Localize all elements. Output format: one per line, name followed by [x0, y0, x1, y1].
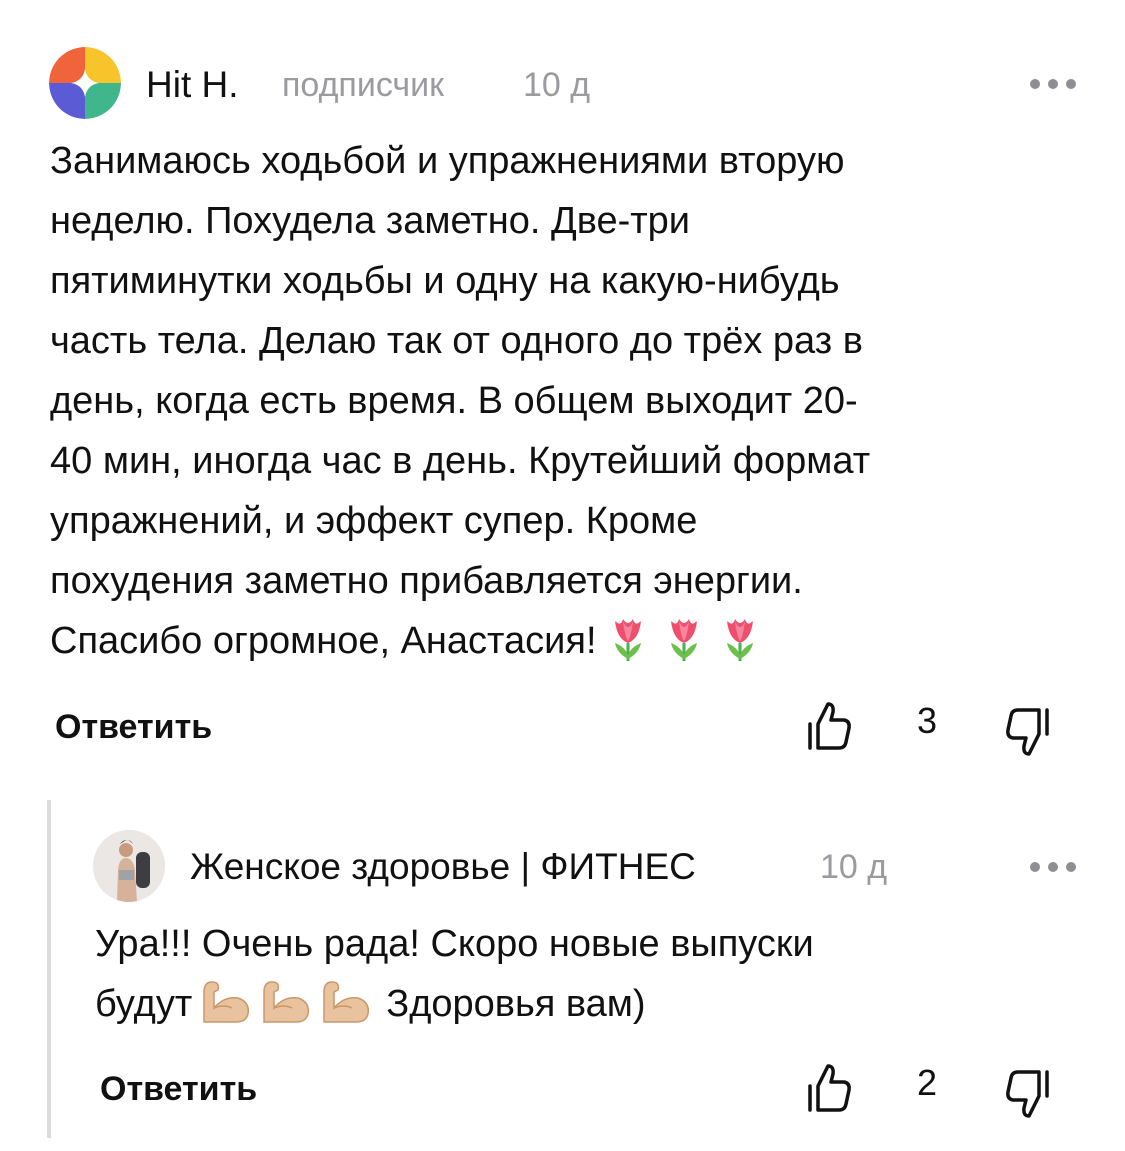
ellipsis-icon [1030, 79, 1040, 89]
thumbs-up-icon [808, 1064, 851, 1112]
comment-text: Занимаюсь ходьбой и упражнениями вторую … [50, 131, 870, 679]
comment-text: Ура!!! Очень рада! Скоро новые выпуски б… [95, 914, 814, 1042]
more-options-button[interactable] [1030, 74, 1076, 94]
comment-text-line: 40 мин, иногда час в день. Крутейший фор… [50, 440, 871, 482]
reply-button[interactable]: Ответить [100, 1070, 257, 1109]
like-count: 2 [917, 1062, 938, 1103]
reply-button[interactable]: Ответить [55, 708, 212, 747]
comment: Hit H. подписчик 10 д Занимаюсь ходьбой … [0, 0, 1125, 790]
comment-text-line: Спасибо огромное, Анастасия! [50, 620, 597, 662]
comment-text-line: неделю. Похудела заметно. Две-три [50, 200, 691, 242]
author-role: подписчик [282, 66, 445, 104]
like-count: 3 [917, 700, 938, 741]
tulip-emoji [603, 615, 653, 679]
comment-text-line: будут [95, 983, 193, 1025]
tulip-emoji [715, 615, 765, 679]
ellipsis-icon [1066, 79, 1076, 89]
thumbs-up-icon [808, 702, 851, 750]
flexed-biceps-emoji [194, 978, 252, 1042]
flexed-biceps-emoji [314, 978, 372, 1042]
comment-time: 10 д [523, 66, 591, 104]
dislike-button[interactable] [1003, 706, 1051, 758]
comment-text-line: Занимаюсь ходьбой и упражнениями вторую [50, 140, 845, 182]
ellipsis-icon [1066, 862, 1076, 872]
ellipsis-icon [1048, 862, 1058, 872]
avatar[interactable] [49, 47, 121, 119]
comment-text-line: упражнений, и эффект супер. Кроме [50, 500, 698, 542]
author-name[interactable]: Женское здоровье | ФИТНЕС [190, 846, 696, 888]
comment-text-line: похудения заметно прибавляется энергии. [50, 560, 803, 602]
thumbs-down-icon [1006, 1070, 1049, 1118]
comment-text-line: часть тела. Делаю так от одного до трёх … [50, 320, 863, 362]
like-button[interactable] [806, 700, 854, 752]
comment-text-line: Ура!!! Очень рада! Скоро новые выпуски [95, 923, 814, 965]
flexed-biceps-emoji [254, 978, 312, 1042]
dislike-button[interactable] [1003, 1068, 1051, 1120]
ellipsis-icon [1030, 862, 1040, 872]
comment-text-line: день, когда есть время. В общем выходит … [50, 380, 858, 422]
comment-time: 10 д [820, 848, 888, 886]
comment-text-line: Здоровья вам) [386, 983, 646, 1025]
more-options-button[interactable] [1030, 857, 1076, 877]
thread-line [47, 800, 51, 1138]
comment-text-line: пятиминутки ходьбы и одну на какую-нибуд… [50, 260, 840, 302]
thumbs-down-icon [1006, 708, 1049, 756]
like-button[interactable] [806, 1062, 854, 1114]
avatar[interactable] [93, 830, 165, 902]
reply-comment: Женское здоровье | ФИТНЕС 10 д Ура!!! Оч… [0, 800, 1125, 1151]
comment-text-line-with-emoji: Спасибо огромное, Анастасия! [50, 611, 870, 679]
author-name[interactable]: Hit H. [146, 64, 239, 106]
comment-text-line-with-emoji: будут Здоровья вам) [95, 974, 814, 1042]
ellipsis-icon [1048, 79, 1058, 89]
tulip-emoji [659, 615, 709, 679]
